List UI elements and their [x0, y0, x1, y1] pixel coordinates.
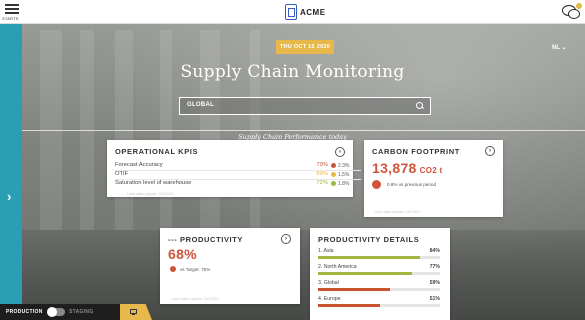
- card-open-button[interactable]: ›: [281, 234, 291, 244]
- kpi-row: Saturation level of warehouse 72% 1.8%: [115, 180, 350, 187]
- card-footnote: Last data update 13/10/20: [374, 209, 421, 214]
- menu-label: STARTS: [2, 16, 19, 21]
- carbon-footprint-card: CARBON FOOTPRINT › 13,878 CO2 t 0.8% vs p…: [364, 140, 503, 217]
- status-dot: [331, 163, 336, 168]
- card-title: OPERATIONAL KPIS: [115, 147, 199, 156]
- notification-dot: [576, 3, 582, 9]
- language-selector[interactable]: NL ⌄: [552, 44, 567, 51]
- productivity-card: --- PRODUCTIVITY › 68% vs Target: 75% La…: [160, 228, 300, 304]
- card-title: PRODUCTIVITY DETAILS: [318, 235, 420, 244]
- production-label: PRODUCTION: [6, 309, 43, 315]
- monitor-icon: [130, 309, 137, 315]
- chevron-right-icon: ›: [7, 189, 12, 204]
- menu-icon: [5, 4, 19, 6]
- carbon-delta: 0.8% vs previous period: [387, 182, 437, 187]
- staging-label: STAGING: [69, 309, 94, 315]
- productivity-details-card: PRODUCTIVITY DETAILS 1. Asia 84% 2. Nort…: [310, 228, 450, 320]
- language-label: NL: [552, 45, 560, 51]
- page-title: Supply Chain Monitoring: [180, 62, 405, 82]
- kpi-row: Forecast Accuracy 79% 2.3%: [115, 162, 361, 171]
- app-logo[interactable]: ACME: [285, 3, 326, 21]
- search-input[interactable]: GLOBAL: [187, 102, 214, 108]
- carbon-value: 13,878 CO2 t: [372, 160, 443, 176]
- target-note: vs Target: 75%: [180, 266, 211, 272]
- down-arrow-icon: [372, 180, 381, 189]
- top-bar: STARTS ACME: [0, 0, 585, 24]
- progress-fill: [318, 304, 381, 307]
- status-dot: [331, 172, 336, 177]
- progress-fill: [318, 288, 390, 291]
- status-dot: [331, 181, 336, 186]
- status-dot: [170, 266, 176, 272]
- card-title: --- PRODUCTIVITY: [168, 235, 244, 244]
- card-footnote: Last data update 13/10/20: [127, 191, 174, 196]
- menu-button[interactable]: STARTS: [0, 0, 24, 24]
- kpi-row: OTIF 89% 1.5%: [115, 171, 361, 180]
- productivity-value: 68%: [168, 246, 197, 262]
- progress-fill: [318, 272, 412, 275]
- progress-fill: [318, 256, 421, 259]
- card-title: CARBON FOOTPRINT: [372, 147, 460, 156]
- logo-icon: [285, 4, 297, 20]
- logo-text: ACME: [300, 7, 326, 17]
- operational-kpis-card: OPERATIONAL KPIS › Forecast Accuracy 79%…: [107, 140, 361, 197]
- date-badge: THU OCT 15 2020: [276, 40, 334, 54]
- chat-button[interactable]: [561, 3, 582, 21]
- chevron-down-icon: ⌄: [561, 45, 567, 51]
- environment-toggle-bar: PRODUCTION STAGING: [0, 304, 130, 320]
- search-field[interactable]: GLOBAL: [179, 97, 431, 115]
- search-icon[interactable]: [416, 102, 424, 110]
- card-footnote: Last data update 13/10/20: [172, 296, 219, 301]
- card-open-button[interactable]: ›: [335, 147, 345, 157]
- card-open-button[interactable]: ›: [485, 146, 495, 156]
- environment-toggle[interactable]: [47, 307, 65, 317]
